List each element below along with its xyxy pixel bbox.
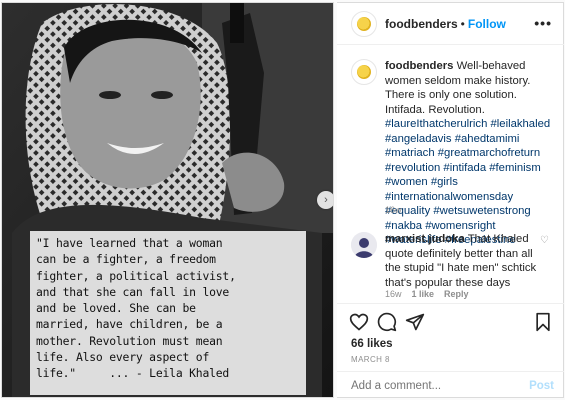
avatar-logo-icon xyxy=(357,65,371,79)
add-comment-bar: Post xyxy=(337,371,564,399)
hashtag-link[interactable]: #internationalwomensday xyxy=(385,191,513,203)
caption-avatar[interactable] xyxy=(351,59,377,85)
caption-timestamp[interactable]: 16w xyxy=(385,205,402,215)
hashtag-link[interactable]: #leilakhaled xyxy=(491,118,551,130)
avatar[interactable] xyxy=(351,10,377,37)
hashtag-link[interactable]: #ahedtamimi xyxy=(455,133,520,145)
comment: marxist.judoka That Khaled quote definit… xyxy=(351,232,556,290)
share-icon[interactable] xyxy=(405,312,425,332)
hashtag-link[interactable]: #girls xyxy=(431,176,458,188)
hashtag-link[interactable]: #wetsuwetenstrong xyxy=(433,205,530,217)
caption-hashtags: #laureIthatcherulrich #leilakhaled #ange… xyxy=(385,118,550,246)
bookmark-icon[interactable] xyxy=(534,312,552,332)
reply-button[interactable]: Reply xyxy=(444,289,469,299)
chevron-right-icon: › xyxy=(324,194,328,206)
caption-text-block: foodbenders Well-behaved women seldom ma… xyxy=(385,59,555,248)
comment-text-block: marxist.judoka That Khaled quote definit… xyxy=(385,232,545,290)
hashtag-link[interactable]: #feminism xyxy=(489,162,540,174)
avatar-image-icon xyxy=(351,232,377,258)
hashtag-link[interactable]: #womensright xyxy=(425,220,495,232)
hashtag-link[interactable]: #laureIthatcherulrich xyxy=(385,118,487,130)
hashtag-link[interactable]: #greatmarchofreturn xyxy=(438,147,540,159)
post-media[interactable]: "I have learned that a woman can be a fi… xyxy=(1,2,334,398)
hashtag-link[interactable]: #women xyxy=(385,176,428,188)
post-date[interactable]: MARCH 8 xyxy=(351,355,390,364)
next-slide-button[interactable]: › xyxy=(317,191,333,209)
hashtag-link[interactable]: #nakba xyxy=(385,220,422,232)
comment-icon[interactable] xyxy=(377,312,397,332)
heart-icon[interactable] xyxy=(349,312,369,332)
post-header: foodbenders • Follow ••• xyxy=(337,3,564,45)
header-username[interactable]: foodbenders xyxy=(385,17,458,31)
instagram-post-view: "I have learned that a woman can be a fi… xyxy=(0,0,565,400)
likes-count[interactable]: 66 likes xyxy=(351,338,393,350)
comment-timestamp[interactable]: 16w xyxy=(385,289,402,299)
comment-avatar[interactable] xyxy=(351,232,377,258)
hashtag-link[interactable]: #revolution xyxy=(385,162,440,174)
more-options-icon[interactable]: ••• xyxy=(534,15,552,31)
header-separator: • xyxy=(460,16,465,31)
comment-like-icon[interactable]: ♡ xyxy=(540,235,549,246)
quote-text: "I have learned that a woman can be a fi… xyxy=(36,236,236,381)
caption: foodbenders Well-behaved women seldom ma… xyxy=(351,59,556,248)
avatar-logo-icon xyxy=(357,16,371,31)
hashtag-link[interactable]: #angeladavis xyxy=(385,133,452,145)
comment-likes[interactable]: 1 like xyxy=(412,289,435,299)
post-sidebar: foodbenders • Follow ••• foodbenders Wel… xyxy=(337,2,564,398)
comment-input[interactable] xyxy=(351,380,511,392)
follow-button[interactable]: Follow xyxy=(468,17,506,31)
comment-meta: 16w 1 like Reply xyxy=(385,289,469,299)
hashtag-link[interactable]: #intifada xyxy=(443,162,486,174)
action-bar xyxy=(337,303,564,337)
comment-username[interactable]: marxist.judoka xyxy=(385,233,465,245)
caption-username[interactable]: foodbenders xyxy=(385,60,453,72)
post-button[interactable]: Post xyxy=(529,380,554,392)
hashtag-link[interactable]: #matriach xyxy=(385,147,435,159)
